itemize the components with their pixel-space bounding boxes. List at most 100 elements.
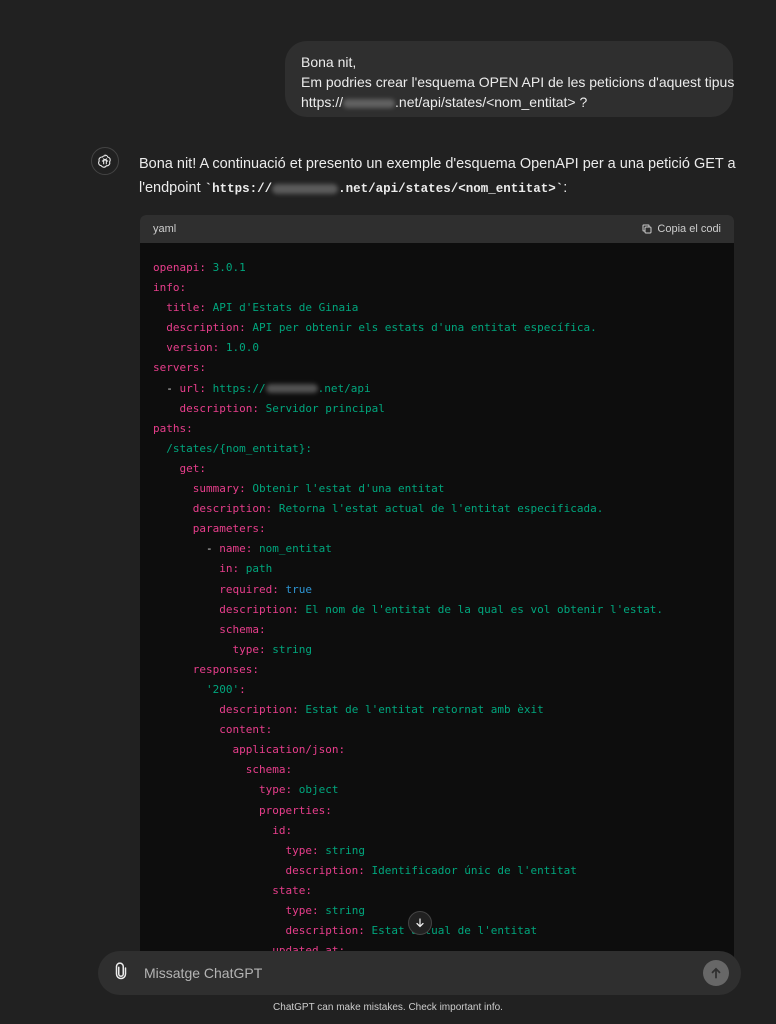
- code-line: type: object: [153, 780, 721, 800]
- redacted-domain: [265, 384, 318, 394]
- code-token: string: [318, 843, 365, 857]
- code-line: servers:: [153, 358, 721, 378]
- code-line: description: Servidor principal: [153, 399, 721, 419]
- inline-code-suffix: .net/api/states/<nom_entitat>`: [338, 182, 564, 196]
- code-token: type:: [232, 642, 266, 656]
- code-token: true: [278, 582, 312, 596]
- code-token: description:: [219, 602, 299, 616]
- attach-button[interactable]: [112, 961, 130, 985]
- code-language-label: yaml: [153, 223, 177, 235]
- code-token: El nom de l'entitat de la qual es vol ob…: [298, 602, 663, 616]
- assistant-text-end: :: [563, 180, 568, 196]
- code-line: info:: [153, 278, 721, 298]
- code-line: parameters:: [153, 519, 721, 539]
- code-line: id:: [153, 821, 721, 841]
- code-line: description: El nom de l'entitat de la q…: [153, 600, 721, 620]
- code-line: '200':: [153, 680, 721, 700]
- copy-code-label: Copia el codi: [657, 223, 721, 235]
- code-token: application/json:: [232, 743, 346, 757]
- send-button[interactable]: [703, 960, 729, 986]
- assistant-message-text: Bona nit! A continuació et presento un e…: [139, 152, 749, 201]
- code-token: type:: [258, 783, 293, 797]
- code-token: Identificador únic de l'entitat: [364, 863, 577, 877]
- code-token: schema:: [219, 622, 266, 636]
- code-content: openapi: 3.0.1 info: title: API d'Estats …: [140, 243, 734, 975]
- code-token: info:: [153, 281, 187, 295]
- arrow-down-icon: [416, 918, 424, 928]
- code-token: Estat de l'entitat retornat amb èxit: [298, 703, 544, 717]
- code-line: properties:: [153, 801, 721, 821]
- code-token: title:: [166, 301, 206, 315]
- user-message-line: Bona nit,: [301, 54, 357, 70]
- assistant-avatar: [91, 147, 119, 175]
- copy-icon: [642, 224, 652, 234]
- code-line: title: API d'Estats de Ginaia: [153, 298, 721, 318]
- code-token: name:: [219, 542, 253, 556]
- code-token: description:: [192, 502, 273, 516]
- code-token: summary:: [192, 482, 246, 496]
- code-token: API per obtenir els estats d'una entitat…: [245, 321, 597, 335]
- code-token: type:: [285, 843, 319, 857]
- code-token: description:: [179, 401, 259, 415]
- url-suffix: .net/api/states/<nom_entitat> ?: [395, 94, 588, 110]
- user-message-line: Em podries crear l'esquema OPEN API de l…: [301, 74, 735, 90]
- code-token: -: [153, 542, 220, 556]
- code-token: path: [239, 562, 273, 576]
- code-token: nom_entitat: [252, 542, 332, 556]
- code-line: description: Estat actual de l'entitat: [153, 921, 721, 941]
- scroll-to-bottom-button[interactable]: [408, 911, 432, 935]
- code-token: '200': [205, 682, 240, 696]
- code-token: get:: [179, 461, 207, 475]
- code-token: parameters:: [192, 522, 266, 536]
- code-line: description: Identificador únic de l'ent…: [153, 861, 721, 881]
- code-block: yaml Copia el codi openapi: 3.0.1 info: t…: [140, 215, 734, 975]
- code-token: https://: [206, 381, 266, 395]
- code-line: summary: Obtenir l'estat d'una entitat: [153, 479, 721, 499]
- code-line: schema:: [153, 760, 721, 780]
- code-token: description:: [285, 924, 365, 938]
- code-token: content:: [219, 723, 273, 737]
- code-line: in: path: [153, 559, 721, 579]
- code-token: servers:: [153, 361, 206, 375]
- code-line: description: Estat de l'entitat retornat…: [153, 700, 721, 720]
- code-token: url:: [179, 381, 207, 395]
- code-line: content:: [153, 720, 721, 740]
- code-token: openapi:: [153, 261, 206, 274]
- code-token: type:: [285, 904, 319, 917]
- code-line: version: 1.0.0: [153, 338, 721, 358]
- code-token: version:: [166, 341, 220, 355]
- code-token: /states/{nom_entitat}:: [166, 441, 312, 455]
- code-line: schema:: [153, 620, 721, 640]
- user-message-bubble: Bona nit, Em podries crear l'esquema OPE…: [285, 41, 735, 117]
- code-token: Retorna l'estat actual de l'entitat espe…: [272, 502, 604, 516]
- copy-code-button[interactable]: Copia el codi: [641, 223, 721, 235]
- code-token: id:: [272, 823, 293, 837]
- disclaimer-text: ChatGPT can make mistakes. Check importa…: [273, 1002, 503, 1013]
- code-line: responses:: [153, 660, 721, 680]
- openai-logo-icon: [98, 154, 111, 168]
- code-line: openapi: 3.0.1: [153, 258, 721, 278]
- message-input[interactable]: [142, 964, 703, 982]
- code-token: responses:: [192, 662, 259, 676]
- code-token: 3.0.1: [205, 261, 246, 274]
- user-message-line: https:// .net/api/states/<nom_entitat> ?: [301, 92, 717, 112]
- code-token: description:: [285, 863, 365, 877]
- code-token: properties:: [258, 803, 332, 817]
- code-line: application/json:: [153, 740, 721, 760]
- code-line: description: Retorna l'estat actual de l…: [153, 499, 721, 519]
